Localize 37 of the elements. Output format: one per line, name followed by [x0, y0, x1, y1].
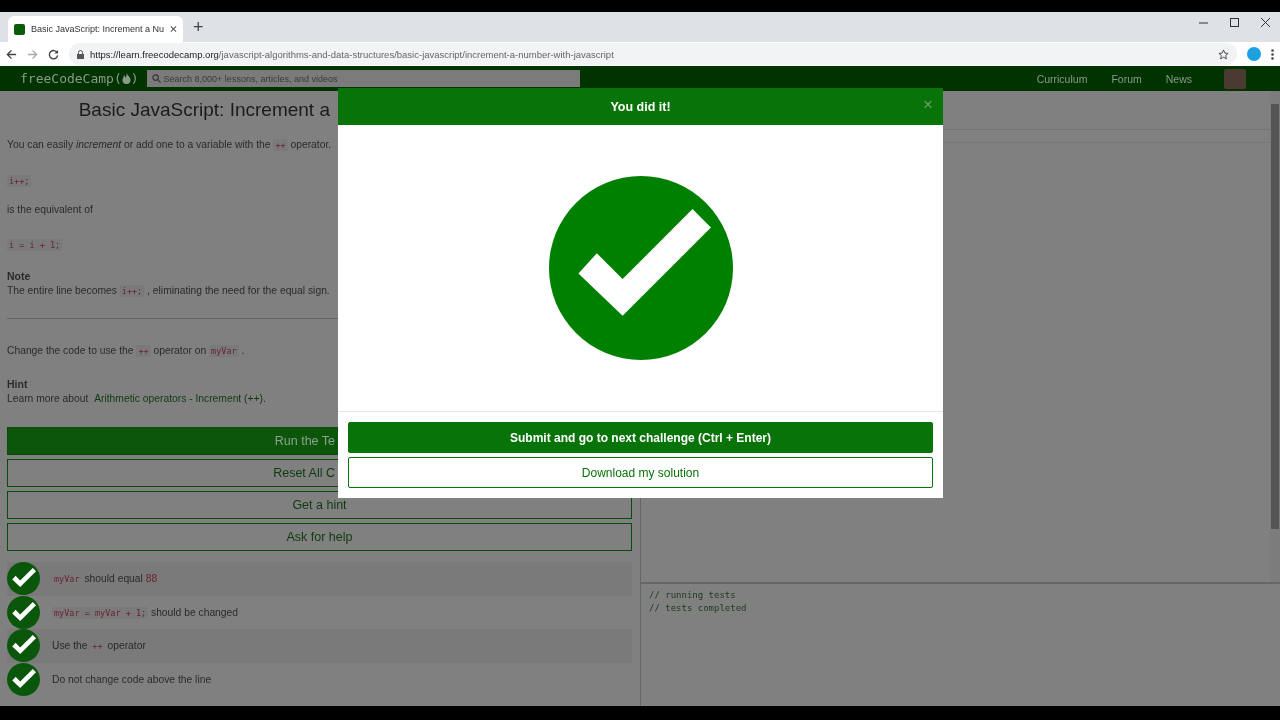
new-tab-button[interactable]: + — [193, 17, 204, 38]
check-icon — [548, 176, 733, 360]
lesson-title: Basic JavaScript: Increment a — [78, 99, 330, 121]
section-heading: Hint — [7, 378, 29, 390]
reload-icon[interactable] — [48, 48, 59, 60]
test-text: myVar should equal 88 — [52, 573, 158, 585]
test-text: Do not change code above the line — [52, 673, 212, 685]
close-icon[interactable] — [170, 25, 177, 33]
nav-link[interactable]: News — [1165, 72, 1192, 85]
scrollbar[interactable] — [1270, 91, 1280, 582]
download-button[interactable]: Download my solution — [348, 457, 933, 488]
menu-icon[interactable] — [1271, 48, 1274, 60]
lock-icon — [77, 49, 84, 59]
close-icon[interactable] — [1261, 17, 1270, 27]
test-text: myVar = myVar + 1; should be changed — [52, 606, 238, 618]
action-button[interactable]: Ask for help — [7, 523, 632, 551]
browser-tab[interactable]: Basic JavaScript: Increment a Nu — [8, 16, 183, 42]
console-line: // running tests — [649, 589, 737, 602]
search-field[interactable]: Search 8,000+ lessons, articles, and videos — [146, 70, 580, 87]
lesson-text: is the equivalent of — [7, 203, 94, 216]
submit-button[interactable]: Submit and go to next challenge (Ctrl + Enter) — [348, 422, 933, 453]
lesson-link[interactable]: Arithmetic operators - Increment (++) — [94, 393, 263, 404]
maximize-icon[interactable] — [1230, 17, 1239, 27]
search-icon — [151, 74, 161, 83]
nav-link[interactable]: Curriculum — [1036, 72, 1088, 85]
favicon-icon — [14, 23, 25, 35]
nav-link[interactable]: Forum — [1111, 72, 1142, 85]
site-logo[interactable]: freeCodeCamp( ) — [20, 71, 139, 86]
dialog-title: You did it! — [610, 99, 671, 114]
address-bar[interactable]: https://learn.freecodecamp.org/javascript-algorithms-and-data-structures/basic-javascript/increment-a-number-with-javascript — [69, 43, 1237, 65]
back-icon[interactable] — [6, 48, 17, 60]
test-text: Use the ++ operator — [52, 640, 146, 652]
console-line: // tests completed — [649, 602, 748, 615]
flame-icon — [121, 73, 131, 84]
section-heading: Note — [7, 270, 32, 282]
profile-avatar[interactable] — [1247, 47, 1261, 61]
star-icon[interactable] — [1218, 48, 1229, 60]
